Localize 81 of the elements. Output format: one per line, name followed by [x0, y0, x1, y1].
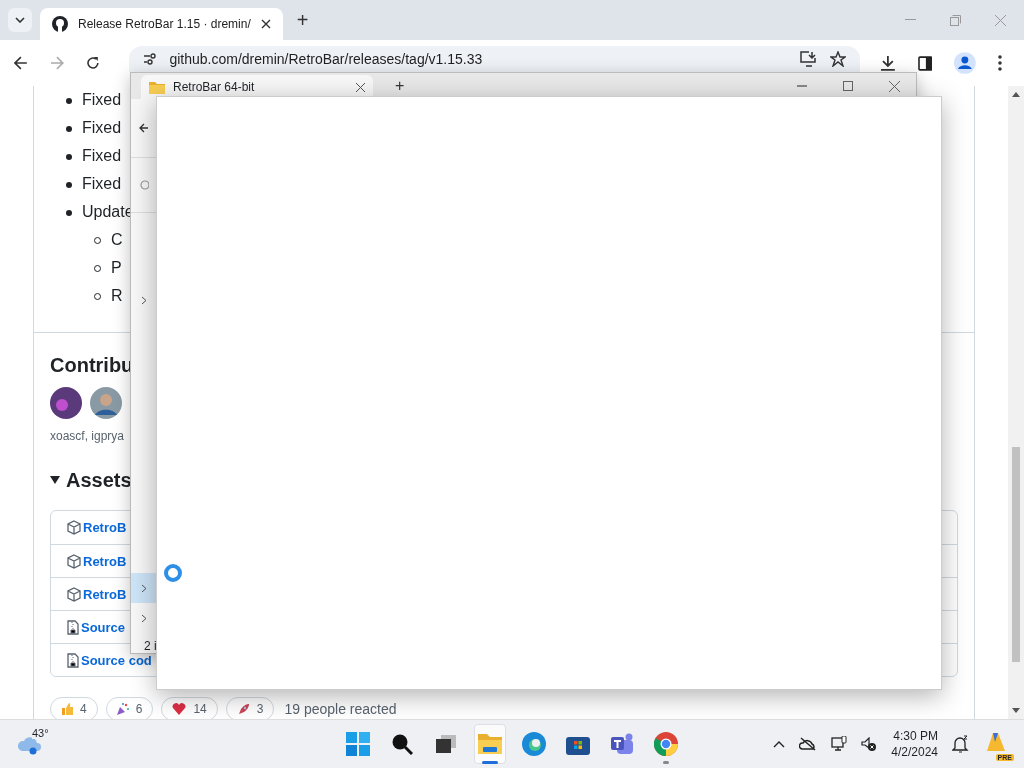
zip-file-icon — [67, 619, 79, 635]
github-icon — [52, 16, 68, 32]
chevron-icon — [141, 613, 147, 623]
scroll-up-icon[interactable] — [1012, 92, 1020, 97]
thumbs-up-icon — [61, 703, 73, 715]
heart-icon — [172, 703, 187, 715]
scroll-thumb[interactable] — [1012, 447, 1020, 662]
chrome-icon — [654, 732, 678, 756]
avatar[interactable] — [50, 387, 82, 419]
back-icon[interactable] — [139, 123, 149, 133]
section-heading: Assets — [66, 468, 132, 493]
menu-icon[interactable] — [998, 55, 1002, 71]
status-text: 2 i — [143, 638, 157, 653]
install-icon[interactable] — [799, 51, 818, 67]
task-view-icon — [436, 735, 456, 753]
clock-date[interactable]: 4/2/2024 — [891, 744, 938, 760]
asset-link[interactable]: RetroB — [83, 586, 127, 602]
party-popper-icon — [116, 703, 129, 715]
release-note: R — [111, 287, 123, 304]
windows-icon — [346, 732, 370, 756]
close-icon[interactable] — [260, 19, 271, 29]
avatar[interactable] — [90, 387, 122, 419]
teams-icon — [609, 732, 635, 756]
running-indicator — [482, 761, 498, 764]
profile-icon[interactable] — [954, 52, 977, 74]
package-icon — [67, 520, 81, 535]
new-tab-button[interactable]: + — [296, 8, 309, 32]
download-icon[interactable] — [879, 55, 896, 71]
new-tab-button[interactable]: + — [395, 77, 405, 95]
star-icon[interactable] — [829, 51, 846, 67]
release-note: Fixed — [82, 91, 122, 108]
bullet-icon — [66, 181, 72, 188]
network-icon[interactable] — [831, 736, 848, 752]
zip-file-icon — [67, 652, 79, 668]
folder-icon — [149, 80, 165, 94]
chevron-icon — [141, 295, 147, 305]
release-note: Fixed — [82, 175, 122, 192]
contributor-names: xoascf, igprya — [50, 429, 126, 443]
asset-link[interactable]: Source cod — [81, 652, 152, 668]
copilot-icon[interactable] — [984, 731, 1008, 753]
rocket-icon — [236, 702, 250, 716]
temperature: 43° — [32, 727, 49, 739]
bullet-icon — [66, 153, 72, 160]
disclosure-icon[interactable] — [50, 476, 60, 484]
maximize-icon[interactable] — [843, 81, 853, 91]
cloud-offline-icon[interactable] — [799, 737, 818, 751]
bullet-icon — [66, 125, 72, 132]
chevron-down-icon — [15, 17, 25, 23]
browser-tab[interactable]: Release RetroBar 1.15 · dremin/ — [40, 8, 283, 40]
folder-icon — [478, 734, 502, 754]
asset-link[interactable]: RetroB — [83, 553, 127, 569]
chevron-up-icon[interactable] — [773, 740, 786, 748]
package-icon — [67, 586, 81, 602]
package-icon — [67, 553, 81, 569]
release-note: Fixed — [82, 147, 122, 164]
chevron-icon — [141, 583, 147, 593]
running-indicator — [663, 761, 669, 764]
asset-link[interactable]: RetroB — [83, 520, 127, 535]
clock-time[interactable]: 4:30 PM — [893, 728, 938, 744]
back-icon[interactable] — [14, 56, 28, 70]
release-note: P — [111, 259, 122, 276]
volume-muted-icon[interactable] — [861, 737, 878, 751]
reaction-summary: 19 people reacted — [284, 701, 397, 717]
asset-link[interactable]: Source — [81, 619, 126, 635]
address-bar[interactable]: github.com/dremin/RetroBar/releases/tag/v1.15.33 — [129, 46, 860, 72]
scroll-down-icon[interactable] — [1012, 708, 1020, 713]
section-heading: Contribu — [50, 353, 135, 378]
release-note: C — [111, 231, 123, 248]
bullet-icon — [66, 209, 72, 216]
search-icon — [391, 733, 413, 755]
reload-icon[interactable] — [85, 56, 100, 70]
release-note: Fixed — [82, 119, 122, 136]
scrollbar[interactable] — [1008, 86, 1024, 719]
close-icon[interactable] — [356, 82, 365, 92]
site-info-icon[interactable] — [143, 53, 158, 65]
edge-icon — [522, 732, 546, 756]
bullet-icon — [66, 97, 72, 104]
notification-bell-icon[interactable] — [952, 735, 970, 753]
explorer-tab[interactable]: RetroBar 64-bit — [141, 75, 373, 99]
tab-list-button[interactable] — [8, 8, 32, 32]
side-panel-icon[interactable] — [917, 55, 933, 71]
